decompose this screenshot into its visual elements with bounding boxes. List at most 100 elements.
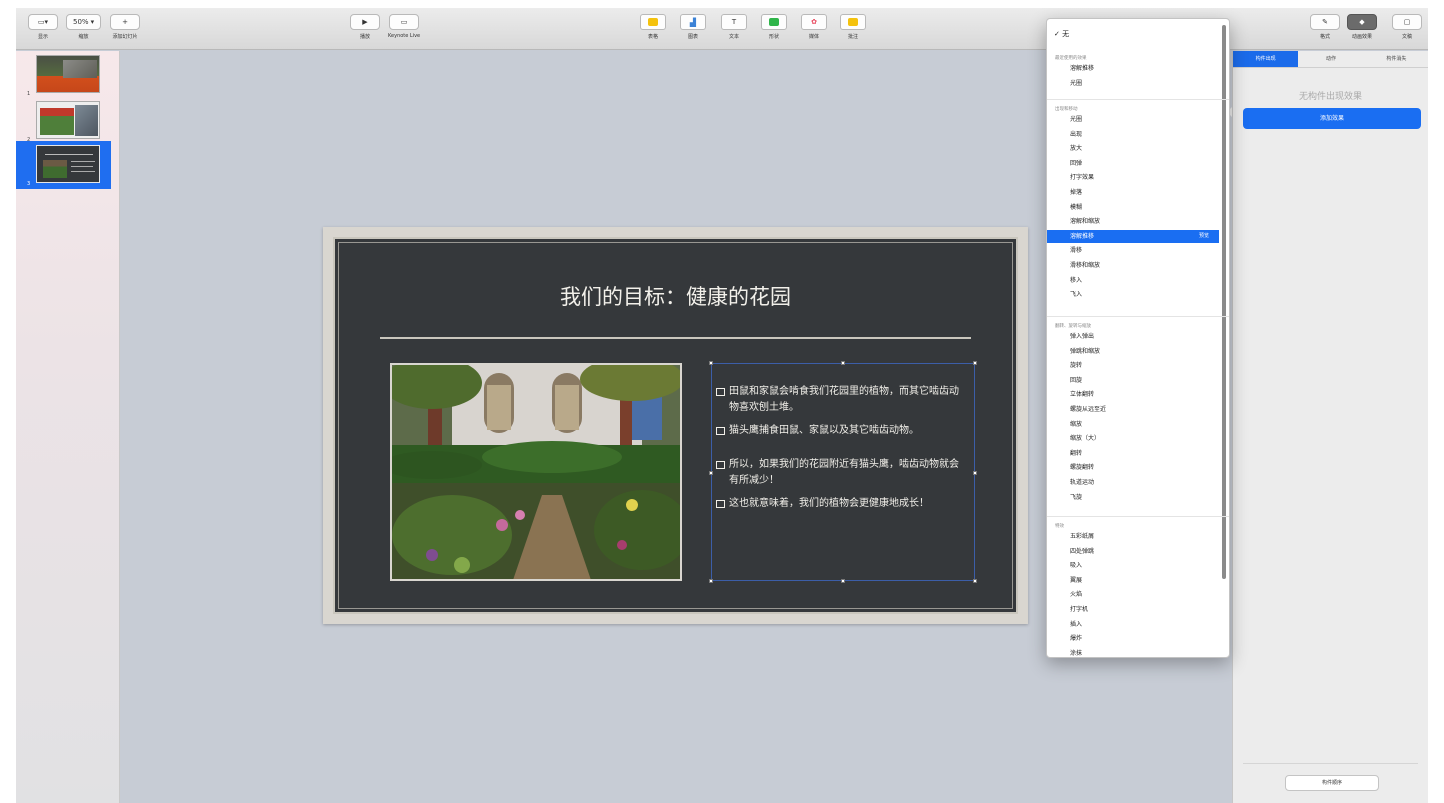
tab-build-in[interactable]: 构件出现 xyxy=(1233,51,1299,67)
menu-item[interactable]: 翼展 xyxy=(1047,574,1219,587)
menu-item[interactable]: 火焰 xyxy=(1047,588,1219,601)
animate-button[interactable]: ◆ xyxy=(1347,14,1377,30)
menu-item[interactable]: 飞入 xyxy=(1047,288,1219,301)
menu-item[interactable]: 回旋 xyxy=(1047,374,1219,387)
menu-item[interactable]: 模糊 xyxy=(1047,201,1219,214)
resize-handle[interactable] xyxy=(709,471,713,475)
document-button[interactable]: ▢ xyxy=(1392,14,1422,30)
menu-item[interactable]: 溶解和缩放 xyxy=(1047,215,1219,228)
keynote-live-control[interactable]: ▭ Keynote Live xyxy=(388,14,420,39)
zoom-value: 50% xyxy=(73,18,89,26)
resize-handle[interactable] xyxy=(709,579,713,583)
view-control[interactable]: ▭▾ 显示 xyxy=(28,14,58,40)
menu-item-label: 插入 xyxy=(1070,620,1083,628)
menu-item[interactable]: 溶解推移 xyxy=(1047,62,1219,75)
resize-handle[interactable] xyxy=(973,471,977,475)
menu-item[interactable]: 滑移和缩放 xyxy=(1047,259,1219,272)
menu-item[interactable]: 轨道运动 xyxy=(1047,476,1219,489)
resize-handle[interactable] xyxy=(841,361,845,365)
menu-item[interactable]: 吸入 xyxy=(1047,559,1219,572)
comment-label: 批注 xyxy=(847,34,858,40)
menu-item[interactable]: 缩放（大） xyxy=(1047,432,1219,445)
media-button[interactable]: ✿ xyxy=(801,14,827,30)
menu-item[interactable]: 出现 xyxy=(1047,128,1219,141)
shape-button[interactable] xyxy=(761,14,787,30)
build-order-button[interactable]: 构件顺序 xyxy=(1285,775,1379,791)
menu-item-label: 旋转 xyxy=(1070,362,1083,370)
menu-item[interactable]: 光圈 xyxy=(1047,113,1219,126)
keynote-live-button[interactable]: ▭ xyxy=(389,14,420,30)
add-effect-button[interactable]: 添加效果 xyxy=(1243,108,1421,129)
preview-button[interactable]: 预览 xyxy=(1199,230,1209,243)
comment-button[interactable] xyxy=(840,14,866,30)
resize-handle[interactable] xyxy=(973,361,977,365)
menu-item[interactable]: 飞旋 xyxy=(1047,491,1219,504)
text-button[interactable]: T xyxy=(721,14,747,30)
menu-item[interactable]: 弹入弹出 xyxy=(1047,330,1219,343)
tab-build-out[interactable]: 构件消失 xyxy=(1364,51,1428,67)
play-control[interactable]: ▶ 播放 xyxy=(350,14,380,40)
menu-item[interactable]: 放大 xyxy=(1047,142,1219,155)
media-control[interactable]: ✿ 媒体 xyxy=(801,14,827,40)
menu-item[interactable]: 光圈 xyxy=(1047,77,1219,90)
comment-icon xyxy=(848,18,858,26)
bullet-item: 田鼠和家鼠会啃食我们花园里的植物，而其它啮齿动物喜欢刨土堆。 xyxy=(716,384,968,416)
tab-action[interactable]: 动作 xyxy=(1298,51,1363,67)
add-slide-button[interactable]: + xyxy=(110,14,140,30)
menu-item[interactable]: 滑移 xyxy=(1047,244,1219,257)
format-button[interactable]: ✎ xyxy=(1310,14,1340,30)
resize-handle[interactable] xyxy=(973,579,977,583)
menu-item[interactable]: 掉落 xyxy=(1047,186,1219,199)
menu-item[interactable]: 涂抹 xyxy=(1047,647,1219,657)
bullet-text: 田鼠和家鼠会啃食我们花园里的植物，而其它啮齿动物喜欢刨土堆。 xyxy=(729,386,959,413)
menu-item[interactable]: 爆炸 xyxy=(1047,632,1219,645)
menu-item[interactable]: 旋转 xyxy=(1047,359,1219,372)
animate-control[interactable]: ◆ 动画效果 xyxy=(1347,14,1377,40)
menu-item[interactable]: 插入 xyxy=(1047,618,1219,631)
resize-handle[interactable] xyxy=(841,579,845,583)
menu-item[interactable]: 四处弹跳 xyxy=(1047,545,1219,558)
menu-item[interactable]: 打字效果 xyxy=(1047,171,1219,184)
shape-control[interactable]: 形状 xyxy=(761,14,787,40)
format-control[interactable]: ✎ 格式 xyxy=(1310,14,1340,40)
menu-item[interactable]: 打字机 xyxy=(1047,603,1219,616)
table-control[interactable]: 表格 xyxy=(640,14,666,40)
media-label: 媒体 xyxy=(808,34,819,40)
menu-item[interactable]: 螺旋翻转 xyxy=(1047,461,1219,474)
menu-item[interactable]: 螺旋从远至近 xyxy=(1047,403,1219,416)
menu-item-none[interactable]: ✓ 无 xyxy=(1054,29,1069,39)
menu-item[interactable]: 回弹 xyxy=(1047,157,1219,170)
resize-handle[interactable] xyxy=(709,361,713,365)
menu-item[interactable]: 缩放 xyxy=(1047,418,1219,431)
document-control[interactable]: ▢ 文稿 xyxy=(1392,14,1422,40)
bullet-text: 这也就意味着，我们的植物会更健康地成长！ xyxy=(729,498,929,509)
menu-item-label: 放大 xyxy=(1070,145,1083,153)
menu-item[interactable]: 移入 xyxy=(1047,274,1219,287)
slide-canvas[interactable]: 我们的目标：健康的花园 田鼠和家鼠会啃食我们花园里的植物，而其它啮齿动物喜欢刨土… xyxy=(323,227,1028,624)
slide-thumbnail-3[interactable]: 3 xyxy=(16,141,111,189)
play-label: 播放 xyxy=(359,34,370,40)
menu-item[interactable]: 弹跳和缩放 xyxy=(1047,345,1219,358)
slide-thumbnail-1[interactable]: 1 xyxy=(16,51,111,99)
zoom-control[interactable]: 50% ▾ 缩放 xyxy=(66,14,102,40)
chart-button[interactable]: ▟ xyxy=(680,14,706,30)
view-button[interactable]: ▭▾ xyxy=(28,14,58,30)
text-control[interactable]: T 文本 xyxy=(721,14,747,40)
chart-control[interactable]: ▟ 图表 xyxy=(680,14,706,40)
play-button[interactable]: ▶ xyxy=(350,14,380,30)
zoom-select[interactable]: 50% ▾ xyxy=(66,14,102,30)
menu-item[interactable]: 溶解推移 预览 xyxy=(1047,229,1219,243)
add-slide-control[interactable]: + 添加幻灯片 xyxy=(110,14,140,40)
menu-section-header: 最近使用的效果 xyxy=(1055,56,1087,61)
bullet-text-box[interactable]: 田鼠和家鼠会啃食我们花园里的植物，而其它啮齿动物喜欢刨土堆。 猫头鹰捕食田鼠、家… xyxy=(709,361,977,583)
garden-photo[interactable] xyxy=(390,363,682,581)
menu-scrollbar[interactable] xyxy=(1222,25,1226,579)
menu-item[interactable]: 立体翻转 xyxy=(1047,388,1219,401)
menu-item[interactable]: 五彩纸屑 xyxy=(1047,530,1219,543)
slide-title[interactable]: 我们的目标：健康的花园 xyxy=(335,281,1016,311)
effect-menu[interactable]: ✓ 无 最近使用的效果 溶解推移 光圈 出现和移动 光圈 出现 放大 回弹 打字效果 掉落 模糊 溶解… xyxy=(1046,18,1230,658)
menu-item[interactable]: 翻转 xyxy=(1047,447,1219,460)
table-button[interactable] xyxy=(640,14,666,30)
comment-control[interactable]: 批注 xyxy=(840,14,866,40)
slide-thumbnail-2[interactable]: 2 xyxy=(16,97,111,145)
